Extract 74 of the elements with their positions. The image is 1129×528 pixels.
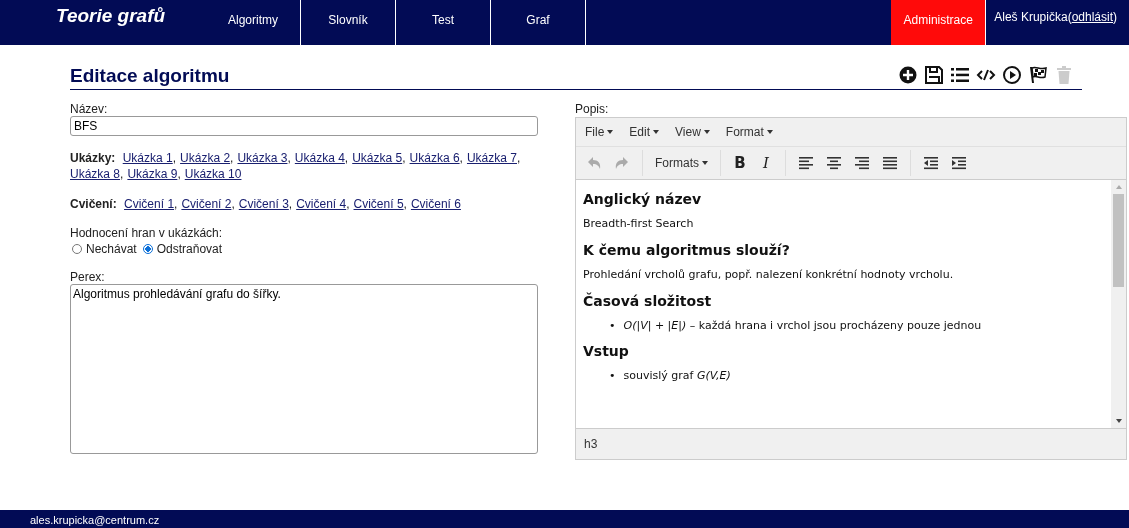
formats-dropdown[interactable]: Formats xyxy=(655,156,708,170)
radio-label: Nechávat xyxy=(86,242,137,256)
link-separator: , xyxy=(174,197,178,211)
field-label: Popis: xyxy=(575,102,610,116)
link-separator: , xyxy=(120,167,124,181)
page-title: Editace algoritmu xyxy=(70,65,230,87)
radio-label: Odstraňovat xyxy=(156,242,223,256)
scrollbar[interactable] xyxy=(1111,180,1126,428)
link-separator: , xyxy=(403,197,407,211)
content-heading: Vstup xyxy=(583,343,630,359)
menu-item[interactable]: View xyxy=(675,125,710,139)
field-label: Název: xyxy=(70,102,109,116)
name-input[interactable]: BFS xyxy=(70,116,538,136)
link-separator: , xyxy=(230,151,234,165)
nav-item[interactable]: Algoritmy xyxy=(206,0,301,45)
radio-button[interactable] xyxy=(142,244,153,254)
indent-icon[interactable] xyxy=(951,155,967,171)
link-separator: , xyxy=(517,151,521,165)
parenthesis: ) xyxy=(1113,10,1117,24)
nav-item[interactable]: Slovník xyxy=(301,0,396,45)
link-separator: , xyxy=(402,151,406,165)
link-separator: , xyxy=(344,151,349,165)
field-label: Perex: xyxy=(70,270,106,284)
nav-item[interactable]: Administrace xyxy=(891,0,986,45)
exercises-label: Cvičení: xyxy=(70,197,117,211)
link-separator: , xyxy=(177,167,181,181)
menu-item[interactable]: Format xyxy=(725,125,773,139)
example-link[interactable]: Ukázka 10 xyxy=(184,167,242,181)
content-paragraph: Prohledání vrcholů grafu, popř. nalezení konkrétní hodnoty vrcholu. xyxy=(583,268,955,281)
example-link[interactable]: Ukázka 4 xyxy=(294,151,345,165)
bullet: • xyxy=(609,319,616,332)
perex-textarea[interactable]: Algoritmus prohledávání grafu do šířky. xyxy=(70,284,538,454)
example-link[interactable]: Ukázka 1 xyxy=(122,151,173,165)
site-logo[interactable]: Teorie grafů xyxy=(0,0,206,45)
list-icon[interactable] xyxy=(950,65,970,85)
align-left-icon[interactable] xyxy=(798,155,814,171)
nav-item[interactable]: Graf xyxy=(491,0,586,45)
align-right-icon[interactable] xyxy=(854,155,870,171)
link-separator: , xyxy=(346,197,350,211)
content-heading: Časová složitost xyxy=(583,293,713,309)
exercise-link[interactable]: Cvičení 6 xyxy=(410,197,461,211)
examples-label: Ukázky: xyxy=(70,151,116,165)
exercise-link[interactable]: Cvičení 5 xyxy=(353,197,404,211)
bullet: • xyxy=(609,369,616,382)
play-icon[interactable] xyxy=(1002,65,1022,85)
outdent-icon[interactable] xyxy=(923,155,939,171)
parenthesis: ( xyxy=(1067,10,1072,24)
add-icon[interactable] xyxy=(898,65,918,85)
example-link[interactable]: Ukázka 7 xyxy=(466,151,517,165)
content-list-item: souvislý graf G(V,E) xyxy=(623,369,731,382)
align-center-icon[interactable] xyxy=(826,155,842,171)
link-separator: , xyxy=(288,197,293,211)
example-link[interactable]: Ukázka 6 xyxy=(409,151,460,165)
content-list-item: O(|V| + |E|) – každá hrana i vrchol jsou procházeny pouze jednou xyxy=(623,319,982,332)
align-justify-icon[interactable] xyxy=(882,155,898,171)
menu-item[interactable]: Edit xyxy=(629,125,660,139)
element-path: h3 xyxy=(584,437,598,451)
user-name: Aleš Krupička xyxy=(994,10,1068,24)
link-separator: , xyxy=(287,151,291,165)
italic-button[interactable]: I xyxy=(759,154,773,172)
nav-item[interactable]: Test xyxy=(396,0,491,45)
flag-icon[interactable] xyxy=(1028,65,1048,85)
content-heading: Anglický název xyxy=(583,191,703,207)
content-heading: K čemu algoritmus slouží? xyxy=(583,242,791,258)
link-separator: , xyxy=(231,197,235,211)
link-separator: , xyxy=(172,151,177,165)
footer-email: ales.krupicka@centrum.cz xyxy=(30,514,160,526)
save-icon[interactable] xyxy=(924,65,944,85)
content-paragraph: Breadth-first Search xyxy=(583,217,695,230)
exercise-link[interactable]: Cvičení 3 xyxy=(238,197,289,211)
menu-item[interactable]: File xyxy=(585,125,614,139)
bold-button[interactable]: B xyxy=(733,154,747,172)
field-label: Hodnocení hran v ukázkách: xyxy=(70,226,224,240)
link-separator: , xyxy=(459,151,463,165)
